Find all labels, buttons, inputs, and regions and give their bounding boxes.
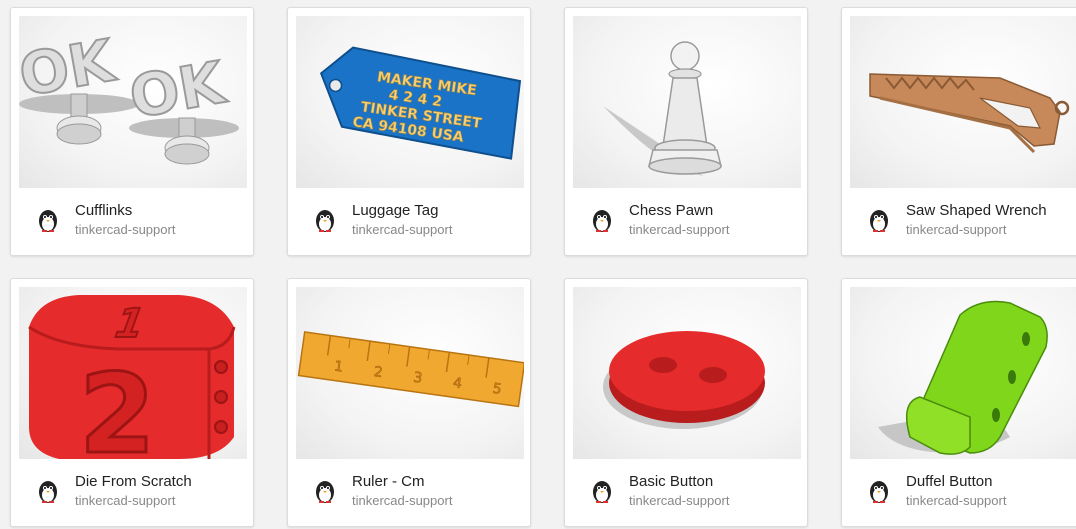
basic-button-thumbnail[interactable] — [573, 287, 801, 459]
duffel-button-thumbnail[interactable] — [850, 287, 1076, 459]
penguin-avatar-icon[interactable] — [33, 205, 63, 235]
card-meta: Luggage Tag tinkercad-support — [296, 188, 524, 249]
card-meta: Ruler - Cm tinkercad-support — [296, 459, 524, 520]
project-title[interactable]: Die From Scratch — [75, 473, 245, 490]
card-meta: Saw Shaped Wrench tinkercad-support — [850, 188, 1076, 249]
die-model-icon: 2 1 — [28, 295, 236, 459]
chess-pawn-thumbnail[interactable] — [573, 16, 801, 188]
svg-text:OK: OK — [125, 48, 232, 132]
duffel-button-model-icon — [878, 300, 1048, 455]
card-meta: Basic Button tinkercad-support — [573, 459, 801, 520]
svg-text:2: 2 — [79, 350, 156, 459]
project-title[interactable]: Cufflinks — [75, 202, 245, 219]
penguin-avatar-icon[interactable] — [310, 476, 340, 506]
project-author[interactable]: tinkercad-support — [629, 493, 799, 508]
penguin-avatar-icon[interactable] — [864, 205, 894, 235]
cufflinks-thumbnail[interactable]: OK OK — [19, 16, 247, 188]
luggage-tag-thumbnail[interactable]: MAKER MIKE 4 2 4 2 TINKER STREET CA 9410… — [296, 16, 524, 188]
project-card-basic-button[interactable]: Basic Button tinkercad-support — [564, 278, 808, 527]
project-title[interactable]: Luggage Tag — [352, 202, 522, 219]
die-thumbnail[interactable]: 2 1 — [19, 287, 247, 459]
ruler-model-icon: 1 2 3 4 5 — [297, 331, 524, 408]
project-grid: OK OK Cufflinks tinkercad-support MAKER … — [0, 0, 1076, 529]
penguin-avatar-icon[interactable] — [587, 205, 617, 235]
project-card-luggage-tag[interactable]: MAKER MIKE 4 2 4 2 TINKER STREET CA 9410… — [287, 7, 531, 256]
card-meta: Chess Pawn tinkercad-support — [573, 188, 801, 249]
project-card-duffel-button[interactable]: Duffel Button tinkercad-support — [841, 278, 1076, 527]
project-title[interactable]: Chess Pawn — [629, 202, 799, 219]
card-meta: Duffel Button tinkercad-support — [850, 459, 1076, 520]
penguin-avatar-icon[interactable] — [587, 476, 617, 506]
card-meta: Cufflinks tinkercad-support — [19, 188, 247, 249]
project-title[interactable]: Ruler - Cm — [352, 473, 522, 490]
project-title[interactable]: Basic Button — [629, 473, 799, 490]
project-card-cufflinks[interactable]: OK OK Cufflinks tinkercad-support — [10, 7, 254, 256]
project-author[interactable]: tinkercad-support — [352, 493, 522, 508]
project-author[interactable]: tinkercad-support — [75, 222, 245, 237]
cufflinks-model-icon: OK OK — [19, 25, 239, 165]
project-card-ruler-cm[interactable]: 1 2 3 4 5 Ruler - Cm tinkercad-support — [287, 278, 531, 527]
project-author[interactable]: tinkercad-support — [906, 493, 1076, 508]
penguin-avatar-icon[interactable] — [310, 205, 340, 235]
button-model-icon — [603, 331, 765, 429]
card-meta: Die From Scratch tinkercad-support — [19, 459, 247, 520]
project-card-chess-pawn[interactable]: Chess Pawn tinkercad-support — [564, 7, 808, 256]
penguin-avatar-icon[interactable] — [33, 476, 63, 506]
project-author[interactable]: tinkercad-support — [629, 222, 799, 237]
project-card-die-from-scratch[interactable]: 2 1 Die From Scratch tinkercad-support — [10, 278, 254, 527]
luggage-tag-model-icon: MAKER MIKE 4 2 4 2 TINKER STREET CA 9410… — [319, 46, 522, 160]
chess-pawn-model-icon — [603, 41, 722, 176]
wrench-model-icon — [869, 73, 1070, 154]
project-title[interactable]: Saw Shaped Wrench — [906, 202, 1076, 219]
penguin-avatar-icon[interactable] — [864, 476, 894, 506]
ruler-thumbnail[interactable]: 1 2 3 4 5 — [296, 287, 524, 459]
project-card-saw-shaped-wrench[interactable]: Saw Shaped Wrench tinkercad-support — [841, 7, 1076, 256]
project-title[interactable]: Duffel Button — [906, 473, 1076, 490]
project-author[interactable]: tinkercad-support — [352, 222, 522, 237]
project-author[interactable]: tinkercad-support — [906, 222, 1076, 237]
wrench-thumbnail[interactable] — [850, 16, 1076, 188]
project-author[interactable]: tinkercad-support — [75, 493, 245, 508]
